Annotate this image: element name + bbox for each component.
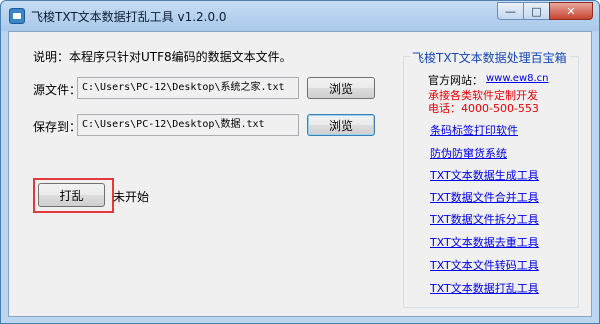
- save-to-label: 保存到：: [33, 120, 82, 134]
- website-label: 官方网站：: [428, 74, 483, 87]
- browse-source-label: 浏览: [328, 81, 353, 96]
- maximize-icon: □: [531, 4, 542, 18]
- browse-source-button[interactable]: 浏览: [307, 77, 375, 99]
- title-bar[interactable]: 飞梭TXT文本数据打乱工具 v1.2.0.0 — □ ✕: [1, 1, 599, 31]
- link-txt-merge[interactable]: TXT数据文件合并工具: [430, 189, 539, 205]
- link-txt-dedupe[interactable]: TXT文本数据去重工具: [430, 234, 539, 250]
- toolbox-title: 飞梭TXT文本数据处理百宝箱: [410, 49, 569, 66]
- app-icon: [9, 8, 25, 24]
- maximize-button[interactable]: □: [523, 2, 549, 20]
- caption-buttons: — □ ✕: [497, 2, 593, 22]
- link-anti-counterfeit[interactable]: 防伪防窜货系统: [430, 145, 507, 161]
- shuffle-label: 打乱: [59, 188, 84, 203]
- phone-text: 电话：4000-500-553: [428, 102, 539, 115]
- shuffle-button[interactable]: 打乱: [38, 183, 105, 207]
- source-file-label: 源文件：: [33, 83, 82, 97]
- link-txt-split[interactable]: TXT数据文件拆分工具: [430, 211, 539, 227]
- source-file-field[interactable]: C:\Users\PC-12\Desktop\系统之家.txt: [77, 77, 299, 99]
- link-barcode-printing[interactable]: 条码标签打印软件: [430, 122, 518, 138]
- minimize-button[interactable]: —: [497, 2, 523, 20]
- minimize-icon: —: [505, 4, 516, 18]
- browse-save-label: 浏览: [328, 118, 353, 133]
- close-button[interactable]: ✕: [549, 2, 593, 20]
- window-title: 飞梭TXT文本数据打乱工具 v1.2.0.0: [31, 10, 227, 24]
- link-txt-generator[interactable]: TXT文本数据生成工具: [430, 167, 539, 183]
- status-text: 未开始: [113, 190, 150, 204]
- website-link[interactable]: www.ew8.cn: [486, 73, 549, 84]
- close-icon: ✕: [566, 4, 576, 18]
- description-text: 说明：本程序只针对UTF8编码的数据文本文件。: [33, 50, 292, 64]
- browse-save-button[interactable]: 浏览: [307, 114, 375, 136]
- link-txt-transcode[interactable]: TXT文本文件转码工具: [430, 257, 539, 273]
- save-to-field[interactable]: C:\Users\PC-12\Desktop\数据.txt: [77, 114, 299, 136]
- link-txt-shuffle[interactable]: TXT文本数据打乱工具: [430, 280, 539, 296]
